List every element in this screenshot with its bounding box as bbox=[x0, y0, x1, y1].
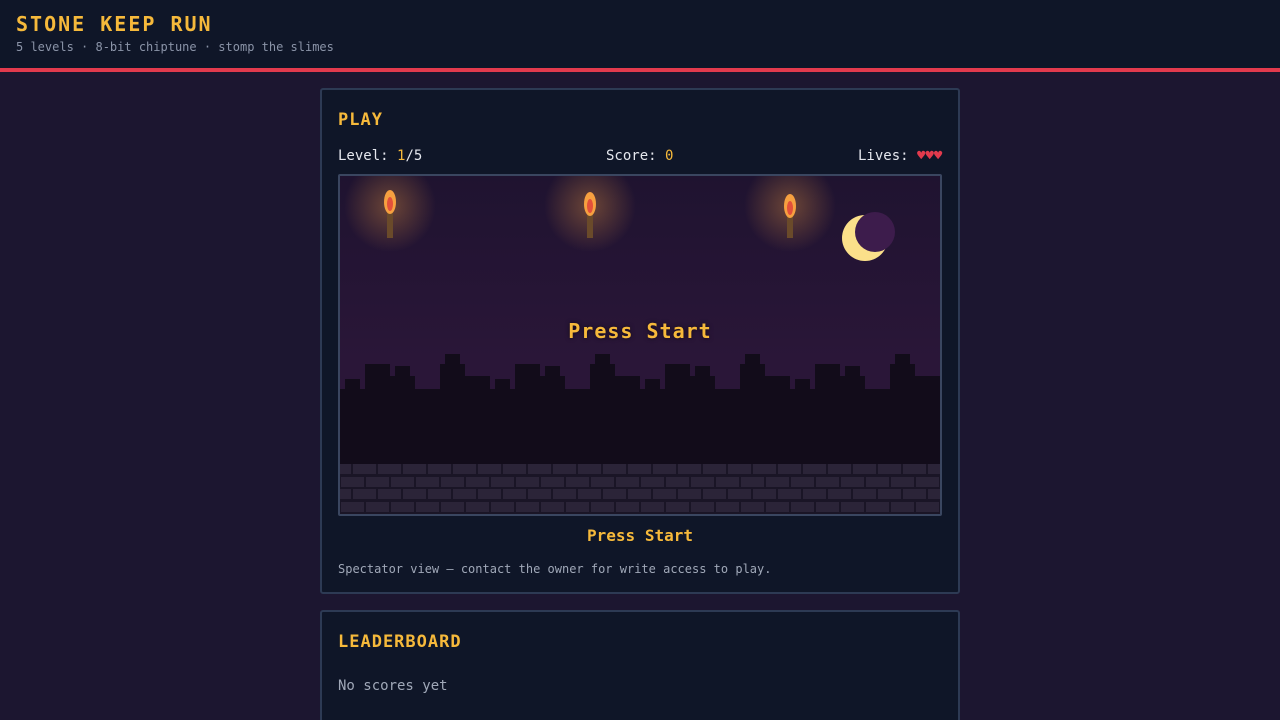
press-start-button[interactable]: Press Start bbox=[322, 526, 958, 545]
header-divider bbox=[0, 68, 1280, 72]
app-subtitle: 5 levels · 8-bit chiptune · stomp the sl… bbox=[16, 40, 334, 54]
level-indicator: Level: 1/5 bbox=[338, 148, 422, 164]
play-panel: PLAY Level: 1/5 Score: 0 Lives: ♥♥♥ Pres… bbox=[320, 88, 960, 594]
score-value: 0 bbox=[665, 148, 674, 164]
score-label: Score: bbox=[606, 148, 666, 164]
lives-hearts-icon: ♥♥♥ bbox=[917, 148, 943, 164]
game-scene bbox=[340, 176, 940, 514]
lives-label: Lives: bbox=[858, 148, 918, 164]
level-label: Level: bbox=[338, 148, 398, 164]
torch-icon bbox=[344, 176, 436, 252]
play-title: PLAY bbox=[338, 110, 383, 130]
score-indicator: Score: 0 bbox=[606, 148, 673, 164]
level-total: /5 bbox=[405, 148, 423, 164]
brick-floor bbox=[340, 464, 940, 514]
game-canvas[interactable]: Press Start bbox=[338, 174, 942, 516]
leaderboard-panel: LEADERBOARD No scores yet bbox=[320, 610, 960, 720]
torch-icon bbox=[544, 176, 636, 252]
app-header: STONE KEEP RUN 5 levels · 8-bit chiptune… bbox=[0, 0, 1280, 68]
spectator-note: Spectator view — contact the owner for w… bbox=[338, 562, 772, 576]
moon-icon bbox=[842, 212, 895, 261]
torch-icon bbox=[744, 176, 836, 252]
stage-press-start-text: Press Start bbox=[568, 319, 712, 343]
leaderboard-empty-text: No scores yet bbox=[338, 678, 448, 694]
app-title: STONE KEEP RUN bbox=[16, 12, 213, 36]
leaderboard-title: LEADERBOARD bbox=[338, 632, 462, 652]
lives-indicator: Lives: ♥♥♥ bbox=[858, 148, 942, 164]
castle-silhouette bbox=[340, 354, 940, 466]
